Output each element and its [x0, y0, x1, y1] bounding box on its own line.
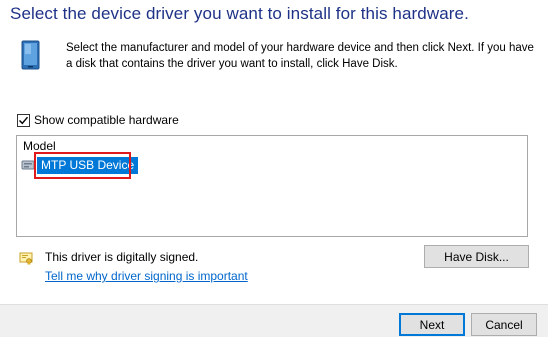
model-listbox[interactable]: Model MTP USB Device — [16, 135, 528, 237]
list-column-header-model: Model — [23, 139, 56, 153]
next-button[interactable]: Next — [399, 313, 465, 336]
checkmark-icon — [19, 116, 29, 124]
checkbox-box[interactable] — [17, 113, 30, 127]
signature-status-text: This driver is digitally signed. — [45, 250, 199, 264]
device-icon — [20, 40, 42, 70]
driver-signing-link[interactable]: Tell me why driver signing is important — [45, 269, 248, 283]
dialog-heading: Select the device driver you want to ins… — [10, 4, 469, 23]
usb-device-icon — [21, 158, 35, 172]
have-disk-button[interactable]: Have Disk... — [424, 245, 529, 268]
cancel-button[interactable]: Cancel — [471, 313, 537, 336]
certificate-icon — [19, 251, 33, 265]
checkbox-label: Show compatible hardware — [34, 113, 179, 127]
dialog-footer — [0, 304, 548, 337]
list-item-label[interactable]: MTP USB Device — [37, 156, 139, 174]
instructions-text: Select the manufacturer and model of you… — [66, 42, 534, 70]
show-compatible-hardware-checkbox[interactable]: Show compatible hardware — [17, 113, 179, 127]
list-item[interactable]: MTP USB Device — [21, 156, 139, 174]
